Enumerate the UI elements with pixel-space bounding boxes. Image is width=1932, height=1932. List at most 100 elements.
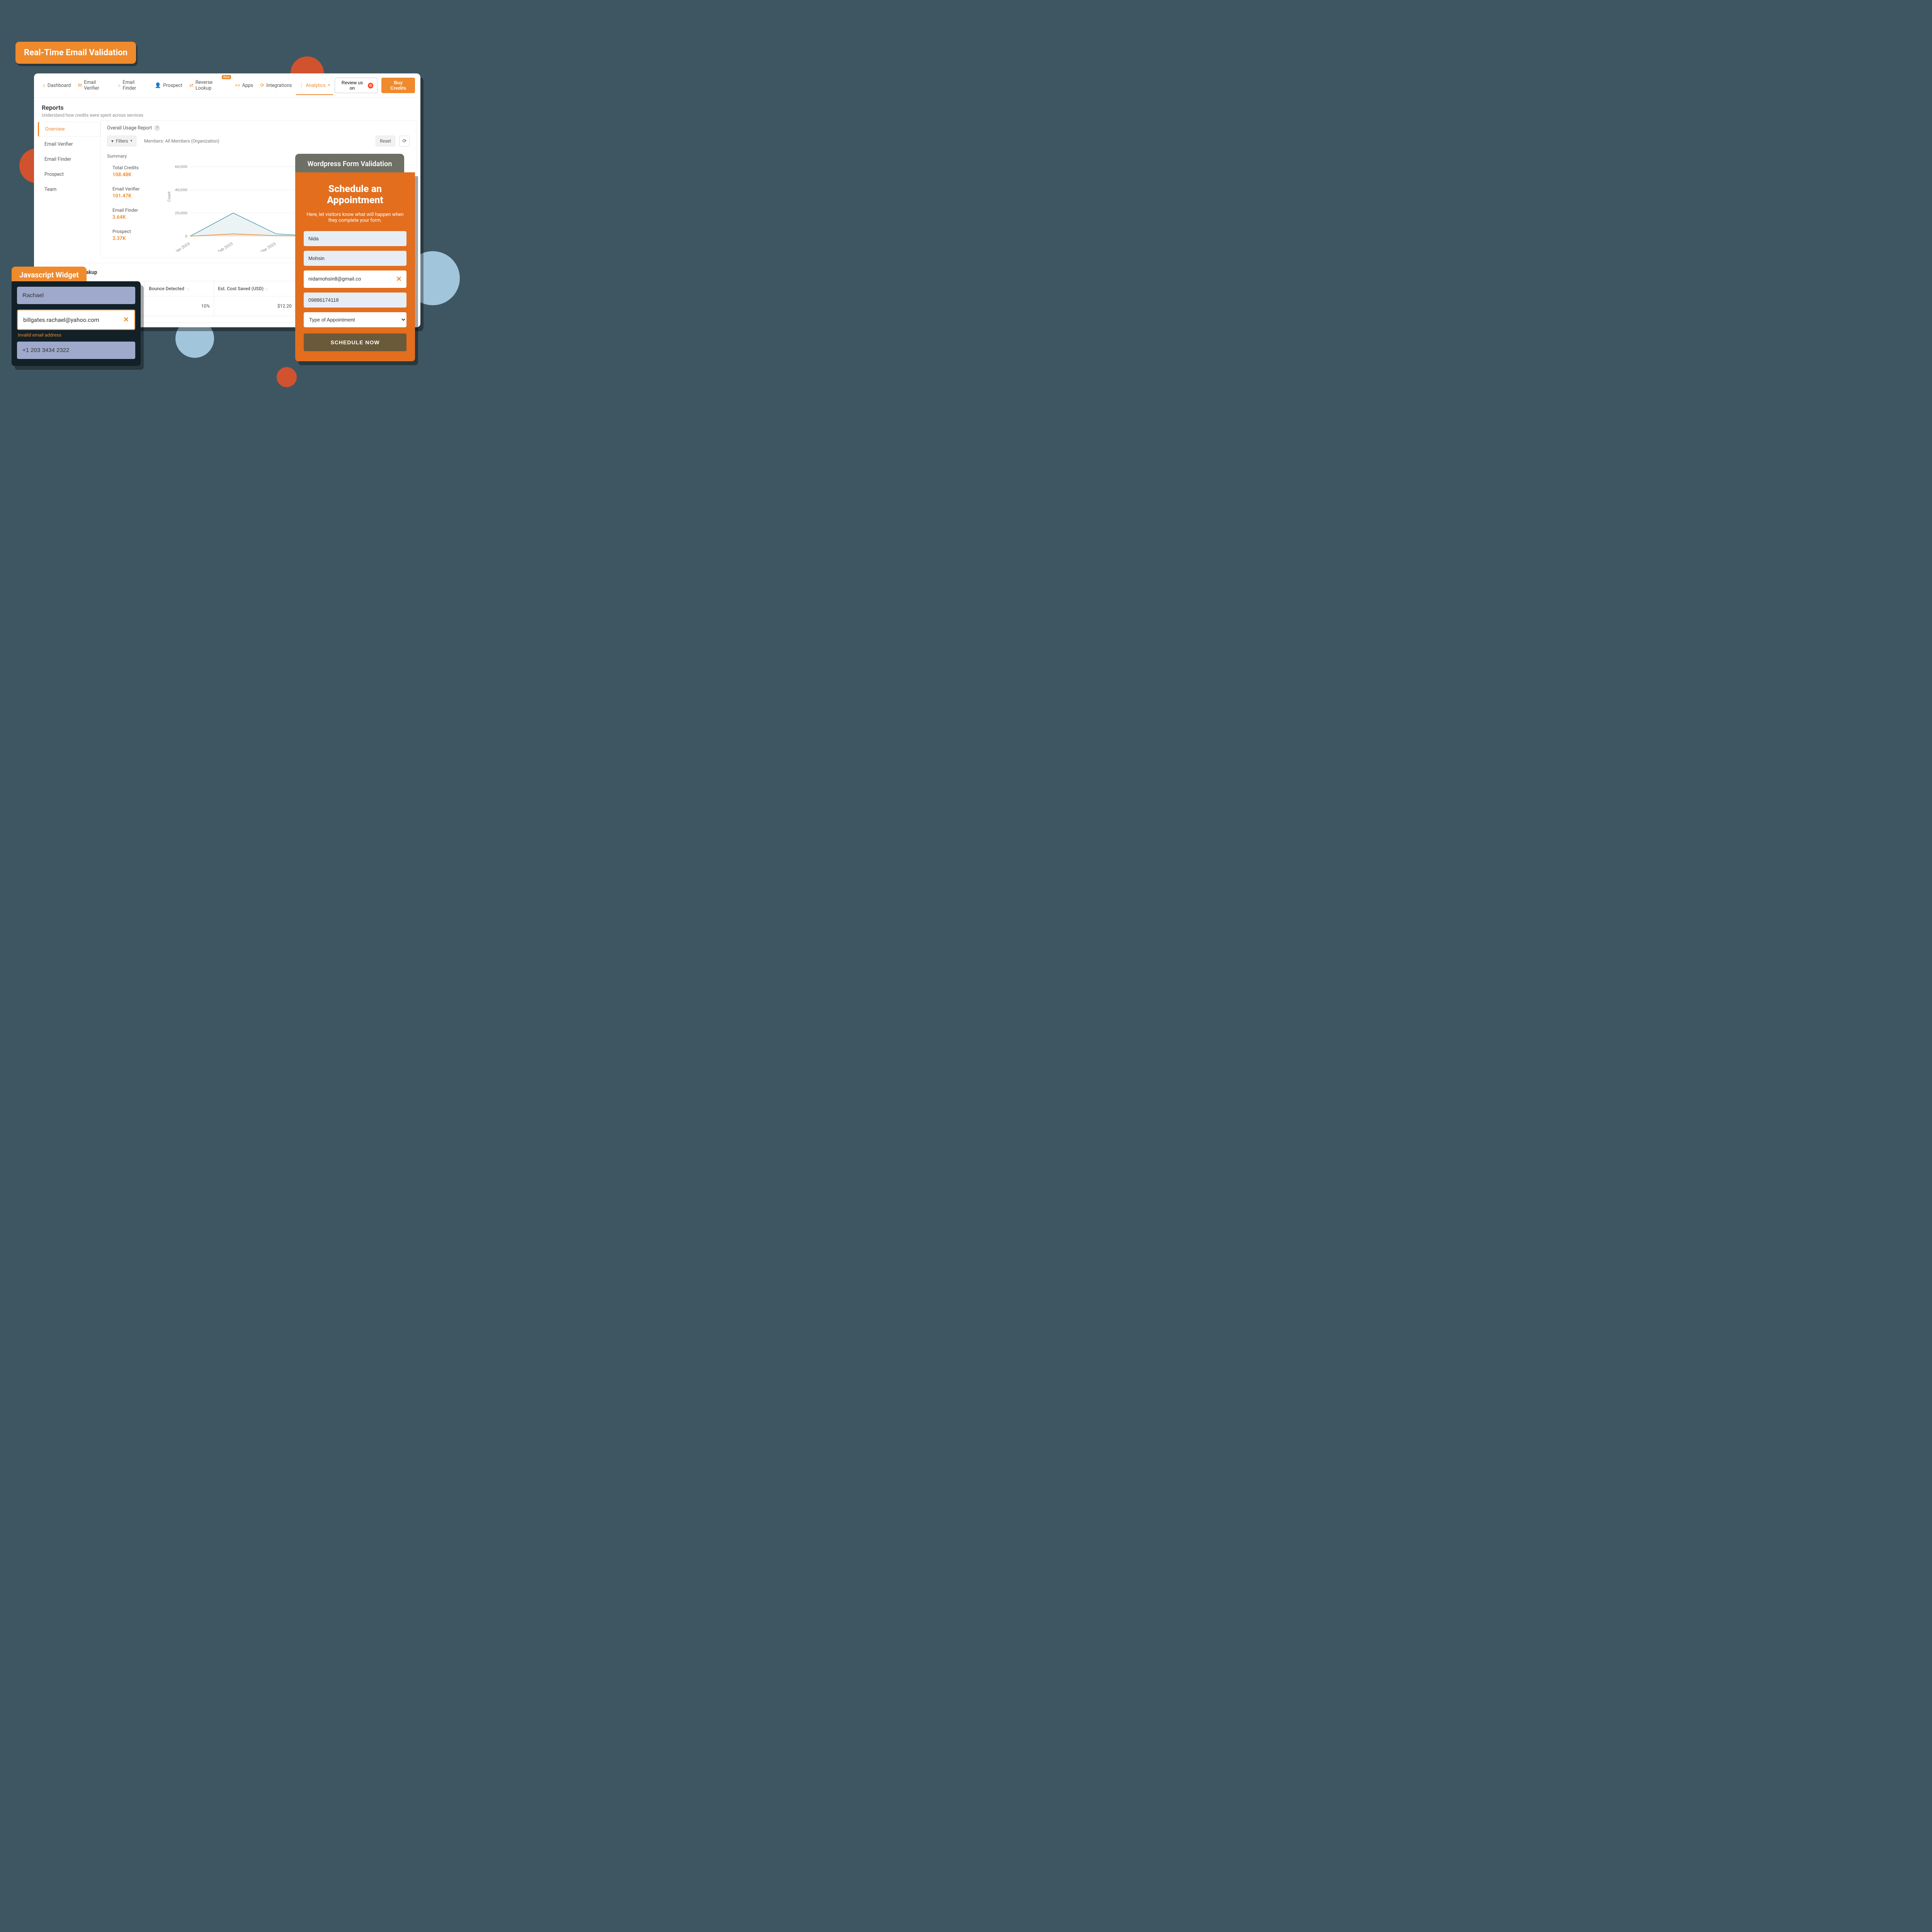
last-name-input[interactable] bbox=[304, 251, 406, 266]
swap-icon: ⇄ bbox=[189, 83, 194, 88]
metric-value: 3.64K bbox=[112, 214, 167, 220]
chevron-down-icon: ▾ bbox=[328, 83, 330, 87]
metric-value: 3.37K bbox=[112, 236, 167, 242]
filter-icon: ▾ bbox=[111, 138, 114, 144]
col-bounce-detected[interactable]: Bounce Detected ↑↓ bbox=[145, 281, 214, 296]
name-input[interactable] bbox=[17, 287, 135, 304]
svg-text:60,000: 60,000 bbox=[175, 165, 188, 169]
invalid-x-icon[interactable]: ✕ bbox=[123, 316, 129, 324]
decorative-circle bbox=[277, 367, 297, 387]
page-subtitle: Understand how credits were spent across… bbox=[42, 112, 413, 118]
side-tab-email-verifier[interactable]: Email Verifier bbox=[38, 137, 100, 152]
js-widget-tag: Javascript Widget bbox=[12, 267, 87, 283]
metric-email-verifier: Email Verifier101.47K bbox=[112, 186, 167, 199]
top-nav: ⌂Dashboard ✉Email Verifier ⌕Email Finder… bbox=[34, 73, 420, 98]
nav-analytics[interactable]: ⋮Analytics▾ bbox=[296, 80, 333, 91]
metric-name: Email Finder bbox=[112, 207, 167, 213]
buy-credits-button[interactable]: Buy Credits bbox=[381, 78, 415, 93]
wp-widget-tag: Wordpress Form Validation bbox=[295, 154, 404, 174]
nav-label: Reverse Lookup bbox=[196, 80, 228, 91]
reports-header: Reports Understand how credits were spen… bbox=[34, 98, 420, 120]
metric-name: Email Verifier bbox=[112, 186, 167, 192]
schedule-button[interactable]: SCHEDULE NOW bbox=[304, 333, 406, 351]
nav-label: Dashboard bbox=[48, 83, 71, 88]
metric-value: 108.48K bbox=[112, 172, 167, 178]
sort-icon: ↑↓ bbox=[264, 287, 268, 291]
code-icon: <> bbox=[235, 83, 240, 88]
nav-email-verifier[interactable]: ✉Email Verifier bbox=[75, 77, 114, 94]
cell-cost: $12.20 bbox=[214, 296, 296, 316]
svg-text:Jan 2023: Jan 2023 bbox=[174, 242, 191, 252]
metric-name: Total Credits bbox=[112, 165, 167, 170]
nav-label: Email Verifier bbox=[84, 80, 111, 91]
refresh-button[interactable]: ⟳ bbox=[399, 136, 410, 146]
phone-input[interactable] bbox=[17, 342, 135, 359]
review-label: Review us on bbox=[339, 80, 366, 91]
reset-button[interactable]: Reset bbox=[376, 136, 395, 146]
col-label: Est. Cost Saved (USD) bbox=[218, 286, 264, 291]
nav-label: Email Finder bbox=[122, 80, 148, 91]
side-tab-overview[interactable]: Overview bbox=[38, 122, 100, 137]
panel-title-text: Overall Usage Report bbox=[107, 125, 152, 131]
chart-yaxis-label: Count bbox=[167, 191, 172, 202]
wp-heading-l2: Appointment bbox=[327, 195, 383, 206]
js-widget-card: billgates.rachael@yahoo.com ✕ Invalid ema… bbox=[12, 281, 141, 366]
email-value: billgates.rachael@yahoo.com bbox=[23, 316, 99, 323]
svg-text:Mar 2023: Mar 2023 bbox=[260, 242, 277, 252]
help-icon[interactable]: ? bbox=[154, 125, 160, 131]
chevron-down-icon: ▾ bbox=[130, 139, 132, 143]
dashboard-icon: ⌂ bbox=[43, 83, 46, 88]
nav-apps[interactable]: <>Apps bbox=[232, 80, 256, 91]
nav-label: Analytics bbox=[306, 83, 326, 88]
svg-text:20,000: 20,000 bbox=[175, 211, 188, 215]
email-error: Invalid email address bbox=[18, 332, 135, 338]
col-cost-saved[interactable]: Est. Cost Saved (USD)↑↓ bbox=[214, 281, 296, 296]
side-tab-team[interactable]: Team bbox=[38, 182, 100, 197]
nav-integrations[interactable]: ⟳Integrations bbox=[257, 80, 295, 91]
metric-prospect: Prospect 3.37K bbox=[112, 229, 167, 242]
first-name-input[interactable] bbox=[304, 231, 406, 246]
nav-prospect[interactable]: 👤Prospect bbox=[152, 80, 185, 91]
wp-form-card: Schedule anAppointment Here, let visitor… bbox=[295, 172, 415, 361]
appointment-type-select[interactable]: Type of Appointment bbox=[304, 312, 406, 327]
user-icon: 👤 bbox=[155, 83, 161, 88]
metric-email-finder: Email Finder3.64K bbox=[112, 207, 167, 220]
wp-subtext: Here, let visitors know what will happen… bbox=[304, 212, 406, 223]
nav-email-finder[interactable]: ⌕Email Finder bbox=[115, 77, 151, 94]
metric-total-credits: Total Credits 108.48K bbox=[112, 165, 167, 178]
metric-value: 101.47K bbox=[112, 193, 167, 199]
nav-label: Apps bbox=[242, 83, 253, 88]
invalid-x-icon[interactable]: ✕ bbox=[396, 275, 402, 283]
nav-label: Integrations bbox=[266, 83, 292, 88]
wp-phone-input[interactable] bbox=[304, 293, 406, 308]
refresh-icon: ⟳ bbox=[403, 138, 407, 144]
refresh-icon: ⟳ bbox=[260, 83, 264, 88]
nav-reverse-lookup[interactable]: ⇄Reverse LookupBeta bbox=[186, 77, 231, 94]
review-button[interactable]: Review us onG bbox=[335, 78, 378, 93]
summary-metrics: Total Credits 108.48K Email Verifier101.4… bbox=[107, 163, 169, 252]
page-title: Reports bbox=[42, 104, 413, 111]
wp-email-input[interactable]: nidamohsin8@gmail.co ✕ bbox=[304, 270, 406, 288]
metric-name: Prospect bbox=[112, 229, 167, 234]
reports-side-tabs: Overview Email Verifier Email Finder Pro… bbox=[38, 120, 100, 263]
panel-title: Overall Usage Report? bbox=[107, 125, 410, 131]
nav-dashboard[interactable]: ⌂Dashboard bbox=[39, 80, 74, 91]
hero-tag: Real-Time Email Validation bbox=[15, 42, 136, 64]
svg-text:0: 0 bbox=[185, 235, 187, 238]
wp-heading-l1: Schedule an bbox=[328, 184, 382, 195]
search-icon: ⌕ bbox=[118, 83, 121, 88]
sort-icon: ↑↓ bbox=[186, 287, 190, 291]
filters-label: Filters bbox=[116, 138, 128, 144]
side-tab-email-finder[interactable]: Email Finder bbox=[38, 152, 100, 167]
wp-email-value: nidamohsin8@gmail.co bbox=[308, 276, 361, 282]
beta-badge: Beta bbox=[222, 75, 231, 79]
wp-heading: Schedule anAppointment bbox=[304, 184, 406, 206]
side-tab-prospect[interactable]: Prospect bbox=[38, 167, 100, 182]
svg-text:40,000: 40,000 bbox=[175, 188, 188, 192]
cell-bounce: 10% bbox=[145, 296, 214, 316]
filters-button[interactable]: ▾Filters▾ bbox=[107, 136, 136, 146]
email-input[interactable]: billgates.rachael@yahoo.com ✕ bbox=[17, 310, 135, 330]
g2-icon: G bbox=[368, 83, 373, 88]
members-chip[interactable]: Members: All Members (Organization) bbox=[140, 136, 223, 146]
nav-label: Prospect bbox=[163, 83, 182, 88]
